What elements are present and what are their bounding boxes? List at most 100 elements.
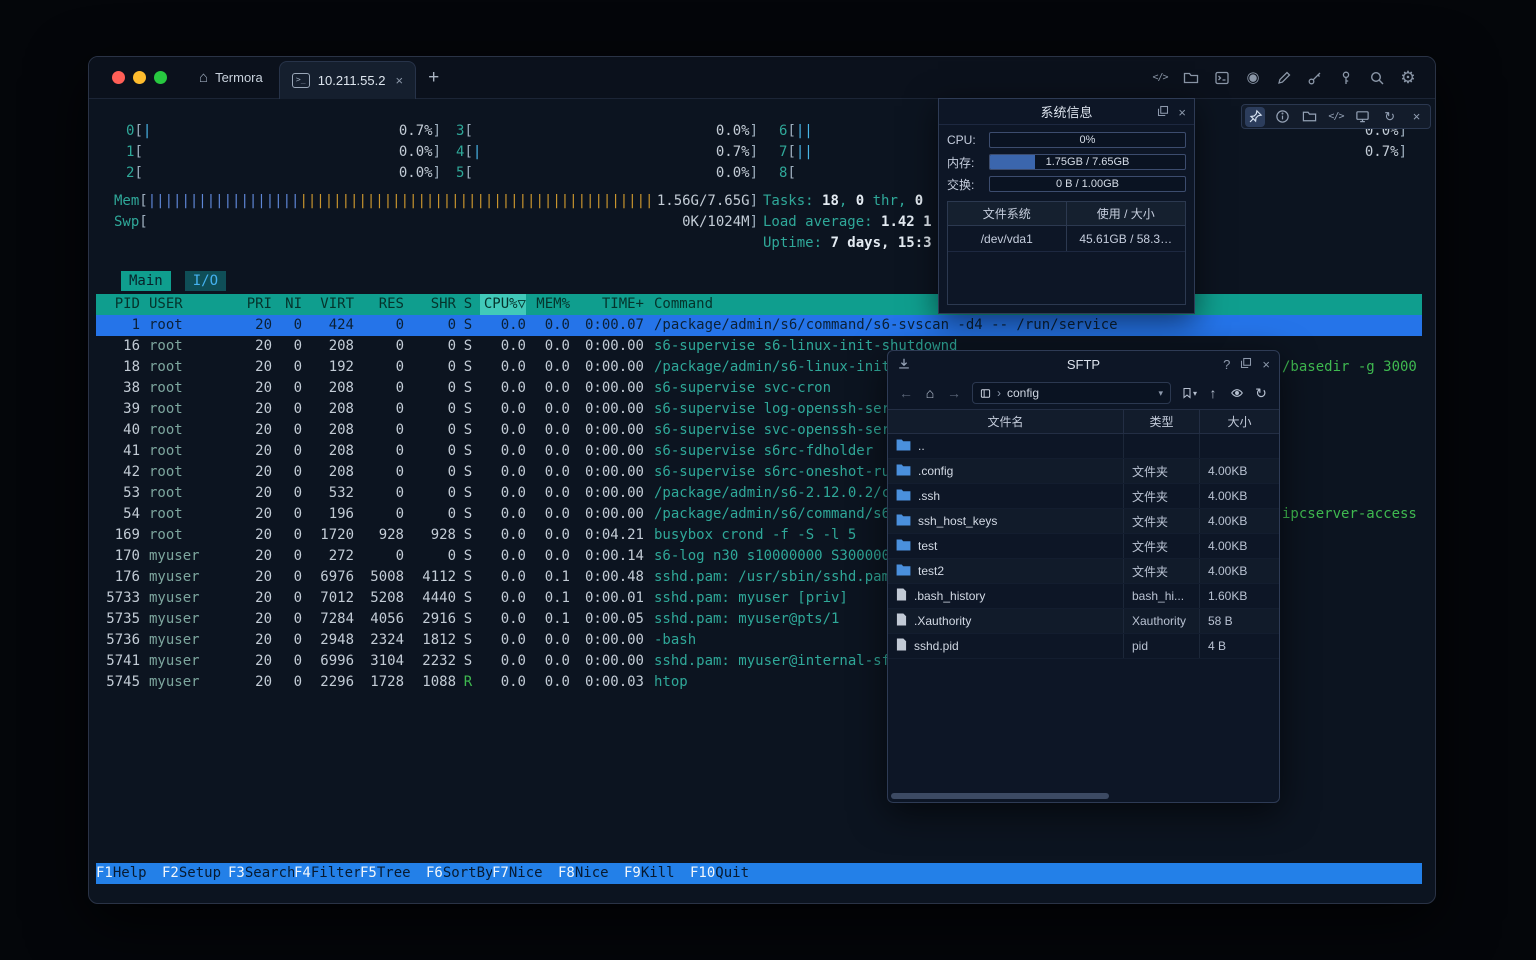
cpu-meter-1: 1[0.0%]	[126, 142, 441, 162]
file-type	[1123, 434, 1199, 458]
column-header-res[interactable]: RES	[354, 294, 404, 315]
memory-meter: Mem[||||||||||||||||||||||||||||||||||||…	[114, 191, 758, 211]
info-icon[interactable]	[1272, 107, 1292, 127]
file-icon	[896, 613, 907, 629]
terminal-icon: >_	[292, 73, 310, 88]
file-row[interactable]: ..	[888, 434, 1279, 459]
file-name: sshd.pid	[914, 639, 959, 653]
sync-icon[interactable]: ↻	[1380, 107, 1400, 127]
file-row[interactable]: .XauthorityXauthority58 B	[888, 609, 1279, 634]
column-header-ni[interactable]: NI	[272, 294, 302, 315]
fnkey-f1[interactable]: F1Help	[96, 863, 162, 884]
swap-usage-bar: 0 B / 1.00GB	[989, 176, 1186, 192]
column-header-pri[interactable]: PRI	[238, 294, 272, 315]
column-header-size[interactable]: 大小	[1199, 410, 1279, 433]
settings-gear-icon[interactable]: ⚙	[1399, 69, 1417, 87]
tab-termora-home[interactable]: ⌂ Termora	[183, 57, 279, 98]
upload-icon[interactable]: ↑	[1202, 382, 1224, 404]
file-row[interactable]: sshd.pidpid4 B	[888, 634, 1279, 659]
file-type: 文件夹	[1123, 559, 1199, 583]
home-icon[interactable]: ⌂	[919, 382, 941, 404]
display-icon[interactable]	[1353, 107, 1373, 127]
column-header-time[interactable]: TIME+	[570, 294, 644, 315]
key-icon[interactable]	[1306, 69, 1324, 87]
close-tab-icon[interactable]: ×	[395, 73, 403, 88]
memory-label: 内存:	[947, 154, 983, 171]
column-header-state[interactable]: S	[456, 294, 480, 315]
file-row[interactable]: .bash_historybash_hi...1.60KB	[888, 584, 1279, 609]
fnkey-f6[interactable]: F6SortBy	[426, 863, 492, 884]
file-size: 4 B	[1199, 634, 1279, 658]
fnkey-f3[interactable]: F3Search	[228, 863, 294, 884]
fnkey-f5[interactable]: F5Tree	[360, 863, 426, 884]
htop-tab-io[interactable]: I/O	[185, 271, 226, 291]
close-icon[interactable]: ×	[1406, 107, 1426, 127]
file-row[interactable]: .ssh文件夹4.00KB	[888, 484, 1279, 509]
search-icon[interactable]	[1368, 69, 1386, 87]
column-header-pid[interactable]: PID	[96, 294, 140, 315]
cpu-meter-5: 5[0.0%]	[456, 163, 758, 183]
process-row[interactable]: 1root20042400S0.00.00:00.07/package/admi…	[96, 315, 1422, 336]
column-header-type[interactable]: 类型	[1123, 410, 1199, 433]
close-icon[interactable]: ×	[1178, 105, 1186, 120]
code-icon[interactable]: </>	[1151, 69, 1169, 87]
keyhole-icon[interactable]	[1337, 69, 1355, 87]
file-row[interactable]: ssh_host_keys文件夹4.00KB	[888, 509, 1279, 534]
back-icon[interactable]: ←	[895, 382, 917, 404]
help-icon[interactable]: ?	[1223, 357, 1230, 372]
bookmark-icon[interactable]: ▾	[1178, 382, 1200, 404]
show-hidden-eye-icon[interactable]	[1226, 382, 1248, 404]
function-key-bar: F1HelpF2SetupF3SearchF4FilterF5TreeF6Sor…	[96, 863, 1422, 884]
app-window: ⌂ Termora >_ 10.211.55.2 × + </> ◉	[88, 56, 1436, 904]
file-name: .ssh	[918, 489, 940, 503]
file-size: 58 B	[1199, 609, 1279, 633]
home-tab-label: Termora	[215, 70, 263, 85]
fnkey-f4[interactable]: F4Filter	[294, 863, 360, 884]
refresh-icon[interactable]: ↻	[1250, 382, 1272, 404]
folder-icon[interactable]	[1182, 69, 1200, 87]
open-in-new-icon[interactable]	[1240, 357, 1252, 372]
column-header-user[interactable]: USER	[140, 294, 238, 315]
swap-meter: Swp[0K/1024M]	[114, 212, 758, 232]
horizontal-scrollbar[interactable]	[888, 790, 1279, 802]
file-size: 4.00KB	[1199, 509, 1279, 533]
file-row[interactable]: test2文件夹4.00KB	[888, 559, 1279, 584]
file-list: ...config文件夹4.00KB.ssh文件夹4.00KBssh_host_…	[888, 434, 1279, 790]
path-breadcrumb[interactable]: › config ▾	[972, 382, 1171, 404]
scrollbar-thumb[interactable]	[891, 793, 1109, 799]
tab-ssh-session[interactable]: >_ 10.211.55.2 ×	[279, 61, 416, 99]
download-icon[interactable]	[897, 351, 911, 377]
fnkey-f10[interactable]: F10Quit	[690, 863, 766, 884]
folder-icon[interactable]	[1299, 107, 1319, 127]
open-in-new-icon[interactable]	[1157, 105, 1169, 120]
edit-icon[interactable]	[1275, 69, 1293, 87]
log-icon[interactable]	[1213, 69, 1231, 87]
fnkey-f8[interactable]: F8Nice +	[558, 863, 624, 884]
file-name: .Xauthority	[914, 614, 971, 628]
record-icon[interactable]: ◉	[1244, 69, 1262, 87]
file-row[interactable]: test文件夹4.00KB	[888, 534, 1279, 559]
column-header-shr[interactable]: SHR	[404, 294, 456, 315]
fnkey-f7[interactable]: F7Nice -	[492, 863, 558, 884]
forward-icon[interactable]: →	[943, 382, 965, 404]
fnkey-f9[interactable]: F9Kill	[624, 863, 690, 884]
column-header-cpu-sort[interactable]: CPU%▽	[480, 294, 526, 315]
column-header-virt[interactable]: VIRT	[302, 294, 354, 315]
htop-tab-main[interactable]: Main	[121, 271, 171, 291]
file-size: 4.00KB	[1199, 559, 1279, 583]
file-row[interactable]: .config文件夹4.00KB	[888, 459, 1279, 484]
chevron-down-icon[interactable]: ▾	[1158, 388, 1163, 399]
minimize-window-button[interactable]	[133, 71, 146, 84]
column-header-filename[interactable]: 文件名	[888, 410, 1123, 433]
column-header-mem[interactable]: MEM%	[526, 294, 570, 315]
fnkey-f2[interactable]: F2Setup	[162, 863, 228, 884]
close-icon[interactable]: ×	[1262, 357, 1270, 372]
close-window-button[interactable]	[112, 71, 125, 84]
folder-icon	[896, 564, 911, 576]
zoom-window-button[interactable]	[154, 71, 167, 84]
pin-icon[interactable]	[1245, 107, 1265, 127]
new-tab-button[interactable]: +	[416, 67, 451, 89]
code-icon[interactable]: </>	[1326, 107, 1346, 127]
system-info-titlebar: 系统信息 ×	[939, 99, 1194, 125]
cpu-meter-0: 0[|0.7%]	[126, 121, 441, 141]
